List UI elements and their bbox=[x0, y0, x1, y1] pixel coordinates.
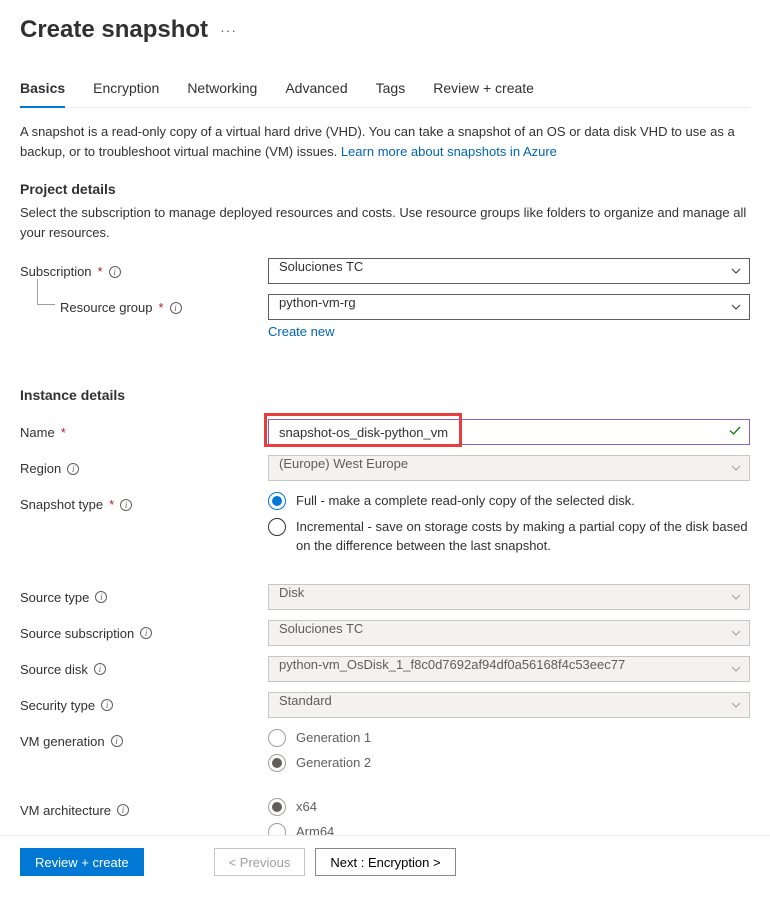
page-title: Create snapshot bbox=[20, 16, 208, 44]
instance-details-title: Instance details bbox=[20, 387, 750, 403]
snapshot-type-incremental-label: Incremental - save on storage costs by m… bbox=[296, 517, 750, 556]
review-create-button[interactable]: Review + create bbox=[20, 848, 144, 876]
vm-arch-x64-radio bbox=[268, 798, 286, 816]
check-icon bbox=[728, 424, 742, 441]
source-subscription-label: Source subscription i bbox=[20, 620, 268, 641]
info-icon[interactable]: i bbox=[101, 699, 113, 711]
create-new-link[interactable]: Create new bbox=[268, 324, 334, 339]
info-icon[interactable]: i bbox=[117, 804, 129, 816]
security-type-select: Standard bbox=[268, 692, 750, 718]
snapshot-type-full-radio[interactable] bbox=[268, 492, 286, 510]
snapshot-type-full-label: Full - make a complete read-only copy of… bbox=[296, 491, 750, 511]
region-select: (Europe) West Europe bbox=[268, 455, 750, 481]
tab-advanced[interactable]: Advanced bbox=[285, 80, 347, 107]
source-type-select: Disk bbox=[268, 584, 750, 610]
name-input[interactable] bbox=[268, 419, 750, 445]
tabs-bar: Basics Encryption Networking Advanced Ta… bbox=[20, 80, 750, 108]
security-type-label: Security type i bbox=[20, 692, 268, 713]
subscription-label: Subscription * i bbox=[20, 258, 268, 279]
source-disk-label: Source disk i bbox=[20, 656, 268, 677]
vm-architecture-label: VM architecture i bbox=[20, 797, 268, 818]
tab-basics[interactable]: Basics bbox=[20, 80, 65, 108]
tab-review-create[interactable]: Review + create bbox=[433, 80, 534, 107]
info-icon[interactable]: i bbox=[120, 499, 132, 511]
info-icon[interactable]: i bbox=[95, 591, 107, 603]
intro-text: A snapshot is a read-only copy of a virt… bbox=[20, 122, 750, 161]
tab-encryption[interactable]: Encryption bbox=[93, 80, 159, 107]
source-disk-select: python-vm_OsDisk_1_f8c0d7692af94df0a5616… bbox=[268, 656, 750, 682]
subscription-select[interactable]: Soluciones TC bbox=[268, 258, 750, 284]
info-icon[interactable]: i bbox=[111, 735, 123, 747]
info-icon[interactable]: i bbox=[94, 663, 106, 675]
vm-gen1-label: Generation 1 bbox=[296, 728, 750, 748]
vm-arch-x64-label: x64 bbox=[296, 797, 750, 817]
info-icon[interactable]: i bbox=[67, 463, 79, 475]
info-icon[interactable]: i bbox=[109, 266, 121, 278]
snapshot-type-incremental-radio[interactable] bbox=[268, 518, 286, 536]
resource-group-label: Resource group * i bbox=[20, 294, 268, 315]
region-label: Region i bbox=[20, 455, 268, 476]
vm-gen1-radio bbox=[268, 729, 286, 747]
tab-tags[interactable]: Tags bbox=[376, 80, 406, 107]
source-subscription-select: Soluciones TC bbox=[268, 620, 750, 646]
tab-networking[interactable]: Networking bbox=[187, 80, 257, 107]
learn-more-link[interactable]: Learn more about snapshots in Azure bbox=[341, 144, 557, 159]
next-button[interactable]: Next : Encryption > bbox=[315, 848, 455, 876]
vm-gen2-label: Generation 2 bbox=[296, 753, 750, 773]
snapshot-type-label: Snapshot type * i bbox=[20, 491, 268, 512]
vm-gen2-radio bbox=[268, 754, 286, 772]
source-type-label: Source type i bbox=[20, 584, 268, 605]
resource-group-select[interactable]: python-vm-rg bbox=[268, 294, 750, 320]
info-icon[interactable]: i bbox=[170, 302, 182, 314]
vm-generation-label: VM generation i bbox=[20, 728, 268, 749]
project-details-title: Project details bbox=[20, 181, 750, 197]
more-actions-icon[interactable]: ··· bbox=[220, 22, 237, 38]
indent-connector-icon bbox=[37, 279, 55, 305]
name-label: Name * bbox=[20, 419, 268, 440]
info-icon[interactable]: i bbox=[140, 627, 152, 639]
previous-button: < Previous bbox=[214, 848, 306, 876]
project-details-desc: Select the subscription to manage deploy… bbox=[20, 203, 750, 242]
footer-bar: Review + create < Previous Next : Encryp… bbox=[0, 835, 770, 888]
